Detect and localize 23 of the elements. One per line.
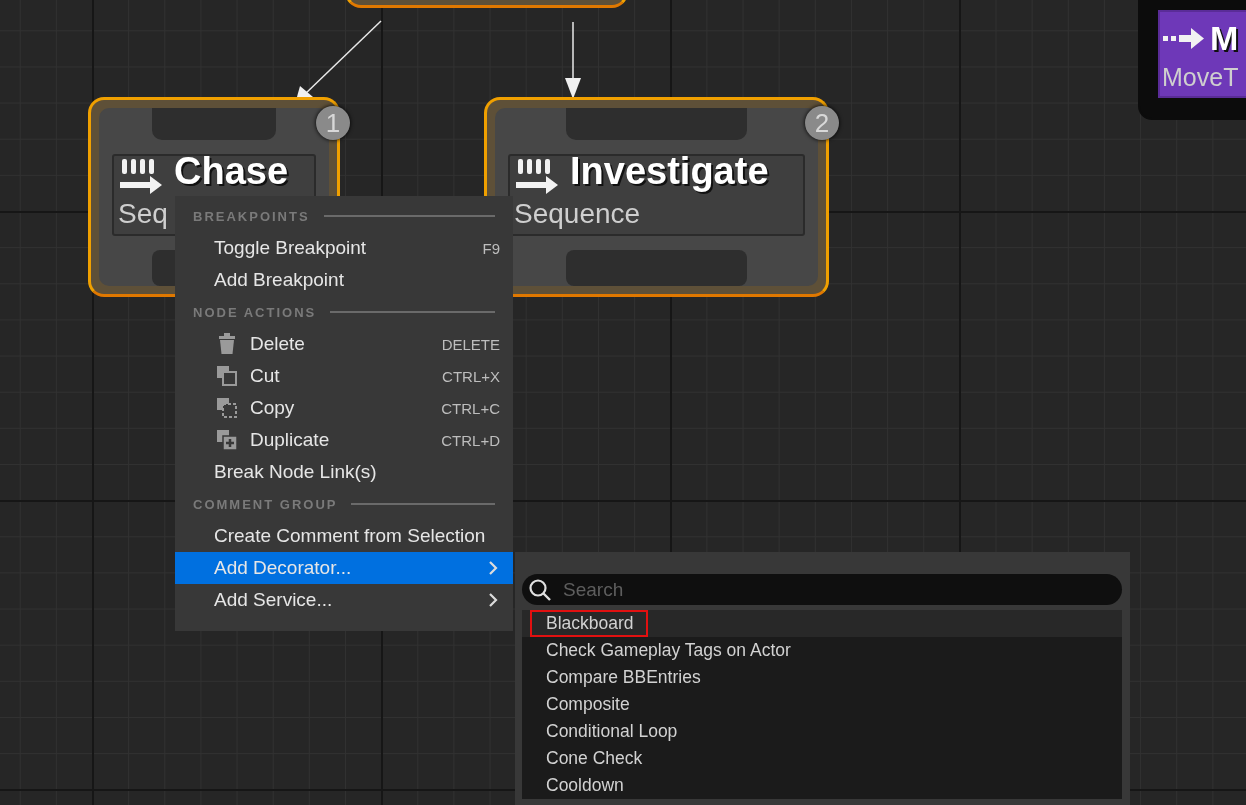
shortcut-label: F9	[482, 239, 500, 257]
node-subtitle: Seq	[118, 197, 168, 231]
item-label: Compare BBEntries	[545, 666, 702, 689]
node-subtitle: MoveT	[1162, 62, 1239, 93]
node-title: M	[1210, 18, 1239, 59]
item-label: Cone Check	[545, 747, 644, 770]
section-heading: NODE ACTIONS	[193, 304, 317, 320]
order-badge: 2	[805, 106, 839, 140]
item-label: Check Gameplay Tags on Actor	[545, 639, 792, 662]
shortcut-label: DELETE	[441, 335, 500, 353]
highlight-frame: Blackboard	[530, 610, 648, 637]
item-label: Composite	[545, 693, 631, 716]
node-title: Chase	[174, 150, 289, 192]
item-label: Cooldown	[545, 774, 625, 797]
shortcut-label: CTRL+C	[441, 399, 500, 417]
order-badge: 1	[316, 106, 350, 140]
item-label: Conditional Loop	[545, 720, 679, 743]
node-title: Investigate	[570, 150, 769, 192]
section-heading: BREAKPOINTS	[193, 208, 310, 224]
section-heading: COMMENT GROUP	[193, 496, 338, 512]
node-subtitle: Sequence	[514, 197, 641, 231]
shortcut-label: CTRL+X	[442, 367, 500, 385]
shortcut-label: CTRL+D	[441, 431, 500, 449]
